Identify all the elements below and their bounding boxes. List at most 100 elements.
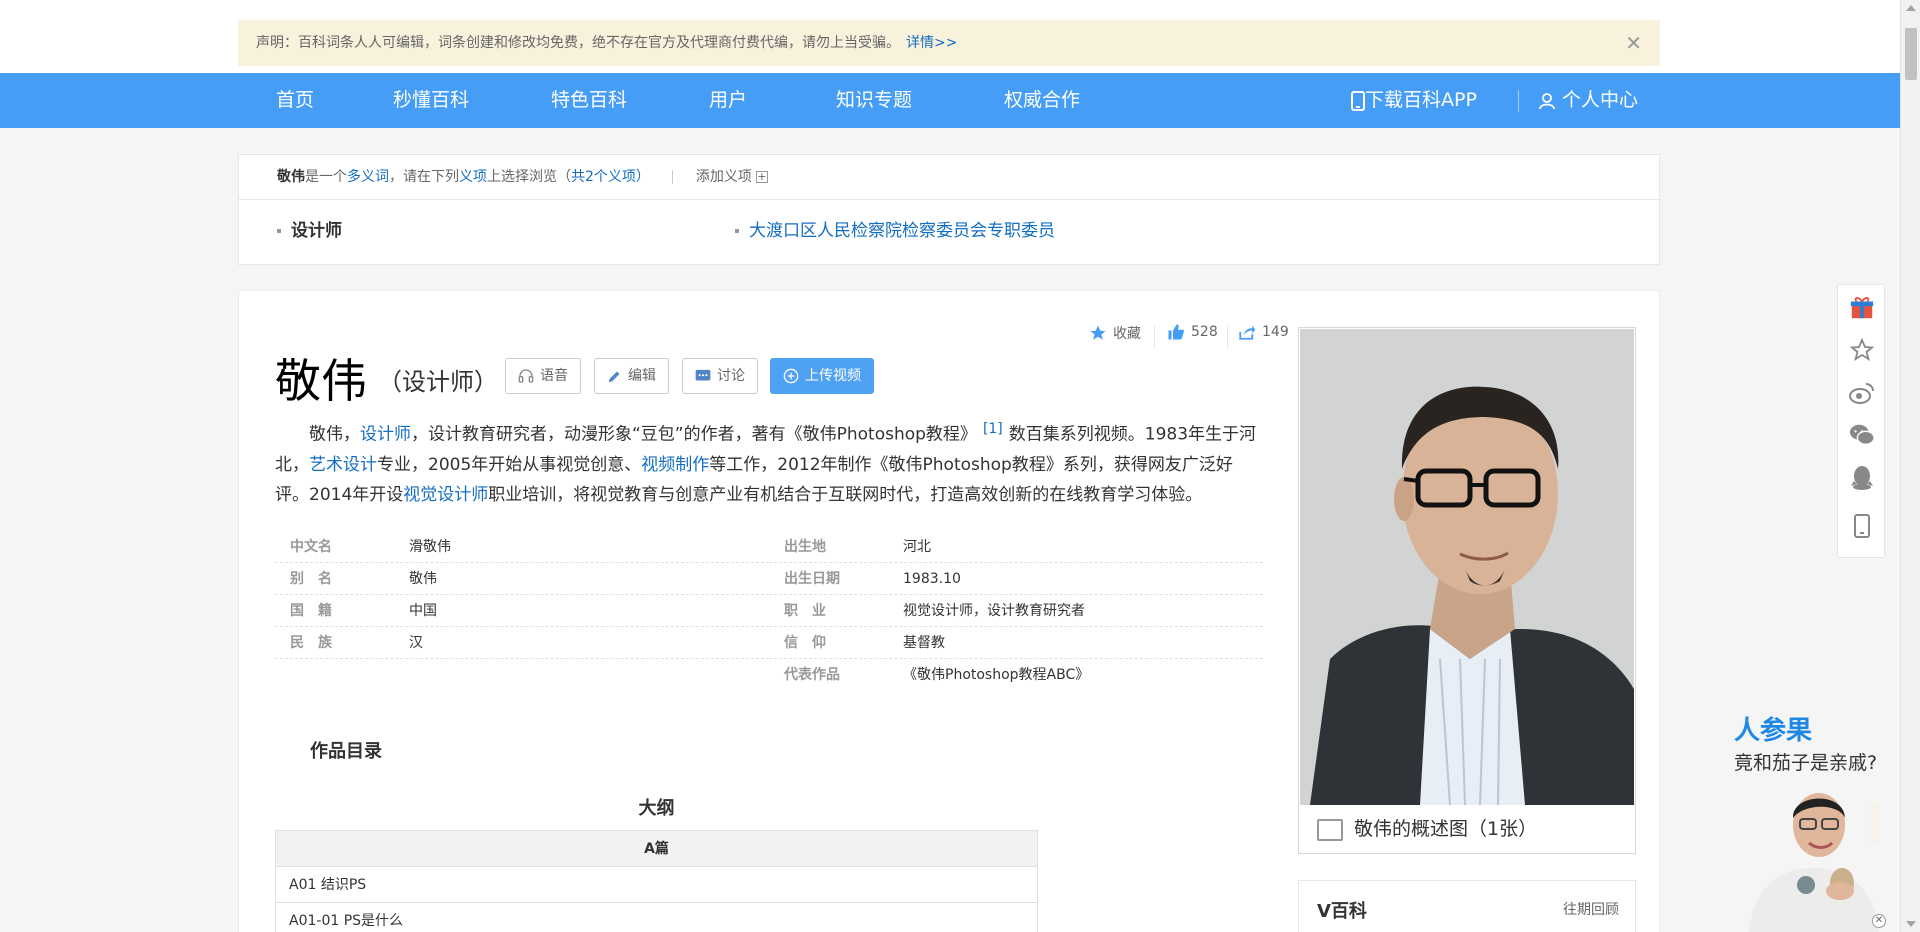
info-row: 中文名 滑敬伟 [275,531,769,563]
nav-users[interactable]: 用户 [709,73,747,128]
bullet-icon [277,229,281,233]
share-button[interactable]: 149 [1238,323,1289,341]
collect-button[interactable]: 收藏 [1089,323,1141,343]
outline-table: A篇 A01 结识PS A01-01 PS是什么 [275,830,1038,932]
qq-icon[interactable] [1849,465,1875,491]
picture-caption-label: 敬伟的概述图（1张） [1354,818,1538,840]
info-value: 汉 [409,635,423,651]
divider [1154,326,1155,348]
info-value: 1983.10 [903,571,961,587]
notice-bar: 声明：百科词条人人可编辑，词条创建和修改均免费，绝不存在官方及代理商付费代编，请… [238,20,1660,66]
info-row: 国 籍 中国 [275,595,769,627]
vbaike-history-link[interactable]: 往期回顾 [1563,899,1619,919]
info-value: 河北 [903,539,931,555]
gift-icon[interactable] [1849,295,1875,321]
ad-person-image [1749,793,1880,932]
info-value: 视觉设计师，设计教育研究者 [903,603,1085,619]
collect-label: 收藏 [1113,326,1141,342]
summary-text: ，设计教育研究者，动漫形象“豆包”的作者，著有《敬伟Photoshop教程》 [411,424,977,445]
summary-link-visual-designer[interactable]: 视觉设计师 [403,485,488,505]
polysemant-text: 是一个 [305,169,347,185]
edit-label: 编辑 [628,368,656,384]
add-sense-button[interactable]: 添加义项 + [696,169,768,185]
polysemant-term: 敬伟 [277,169,305,185]
download-app-label: 下载百科APP [1365,89,1477,111]
upload-video-button[interactable]: 上传视频 [770,358,874,394]
side-toolbar [1837,284,1885,558]
scroll-up-icon[interactable] [1906,5,1916,11]
discuss-button[interactable]: 讨论 [682,358,758,394]
info-value: 中国 [409,603,437,619]
polysemant-header: 敬伟是一个多义词，请在下列义项上选择浏览（共2个义项） 添加义项 + [239,155,1659,200]
polysemant-text: ） [635,169,650,185]
ad-headline: 人参果 [1734,716,1813,746]
reference-link[interactable]: [1] [983,421,1003,437]
like-button[interactable]: 528 [1167,323,1218,341]
info-key: 代表作品 [784,667,840,683]
pencil-icon [608,371,620,382]
sense-count-link[interactable]: 共2个义项 [571,169,636,185]
scroll-thumb[interactable] [1905,28,1917,80]
nav-miaodong[interactable]: 秒懂百科 [393,73,469,128]
sense-link[interactable]: 义项 [459,169,487,185]
voice-button[interactable]: 语音 [505,358,581,394]
info-row: 代表作品 《敬伟Photoshop教程ABC》 [769,659,1263,691]
favorite-star-icon[interactable] [1849,337,1875,363]
edit-button[interactable]: 编辑 [594,358,669,394]
mobile-icon[interactable] [1849,513,1875,539]
sense-item-current: 设计师 [277,221,342,241]
page-subtitle: （设计师） [378,368,498,396]
info-key: 职 业 [784,603,826,619]
page-scrollbar[interactable] [1900,0,1920,932]
summary-picture-box[interactable]: 敬伟的概述图（1张） [1298,327,1636,854]
summary-text: 专业，2005年开始从事视觉创意、 [377,454,642,475]
nav-cooperation[interactable]: 权威合作 [1004,73,1080,128]
voice-label: 语音 [540,368,568,384]
ad-banner[interactable]: 人参果 竟和茄子是亲戚? ✕ [1734,708,1894,932]
sense-item-link[interactable]: 大渡口区人民检察院检察委员会专职委员 [735,221,1055,241]
ad-close-icon[interactable]: ✕ [1872,914,1886,928]
weibo-icon[interactable] [1849,380,1875,406]
catalog-heading: 作品目录 [310,741,382,762]
headphones-icon [518,369,534,383]
nav-special[interactable]: 特色百科 [551,73,627,128]
info-value: 滑敬伟 [409,539,451,555]
notice-detail-link[interactable]: 详情>> [906,35,957,51]
summary-link-video[interactable]: 视频制作 [641,455,709,475]
main-nav: 首页 秒懂百科 特色百科 用户 知识专题 权威合作 下载百科APP 个人中心 [0,73,1900,128]
nav-home[interactable]: 首页 [276,73,314,128]
table-row: A01 结识PS [276,867,1037,903]
user-center-link[interactable]: 个人中心 [1538,73,1638,128]
scroll-down-icon[interactable] [1906,921,1916,927]
summary-link-designer[interactable]: 设计师 [360,425,411,445]
vbaike-title: V百科 [1317,901,1367,922]
polysemant-text: 上选择浏览（ [487,169,571,185]
nav-topics[interactable]: 知识专题 [836,73,912,128]
picture-caption[interactable]: 敬伟的概述图（1张） [1299,805,1635,853]
table-row: A01-01 PS是什么 [276,903,1037,932]
thumbs-up-icon [1168,324,1184,340]
sense-label[interactable]: 大渡口区人民检察院检察委员会专职委员 [749,221,1055,241]
share-icon [1239,325,1256,340]
info-row: 民 族汉 [275,627,769,659]
notice-text: 声明：百科词条人人可编辑，词条创建和修改均免费，绝不存在官方及代理商付费代编，请… [256,35,900,51]
wechat-icon[interactable] [1849,422,1875,448]
info-row: 出生日期 1983.10 [769,563,1263,595]
table-header: A篇 [276,831,1037,867]
share-count: 149 [1262,324,1289,340]
outline-heading: 大纲 [638,798,675,819]
add-sense-label: 添加义项 [695,169,752,185]
info-key: 民 族 [290,635,332,651]
nav-divider [1518,90,1519,112]
image-icon [1317,819,1343,841]
bullet-icon [735,229,739,233]
download-app-link[interactable]: 下载百科APP [1351,73,1477,128]
summary-link-art-design[interactable]: 艺术设计 [309,455,377,475]
portrait-photo[interactable] [1300,329,1634,805]
summary-text: 敬伟， [309,424,360,445]
plus-circle-icon [783,368,799,384]
polysemy-link[interactable]: 多义词 [347,169,389,185]
info-key: 信 仰 [784,635,826,651]
info-row: 出生地 河北 [769,531,1263,563]
close-icon[interactable]: ✕ [1625,20,1642,66]
